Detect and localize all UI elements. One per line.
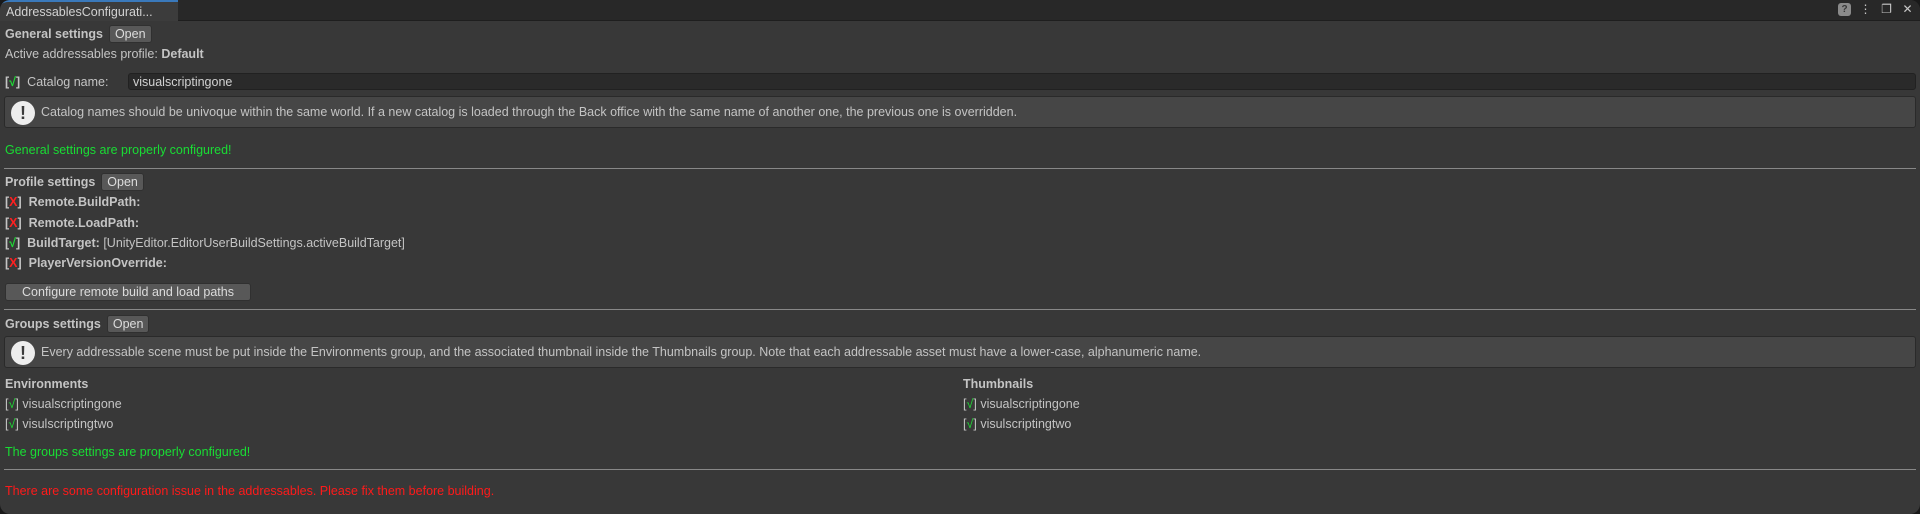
thumbnails-title: Thumbnails — [963, 377, 1034, 391]
profile-item: [√] BuildTarget: [UnityEditor.EditorUser… — [5, 236, 405, 250]
environments-title: Environments — [5, 377, 89, 391]
general-open-button[interactable]: Open — [108, 25, 152, 43]
catalog-label: Catalog name: — [27, 75, 109, 89]
groups-status: The groups settings are properly configu… — [5, 445, 251, 459]
divider — [4, 469, 1916, 470]
info-text: Catalog names should be univoque within … — [41, 105, 1018, 119]
groups-settings-header: Groups settings Open — [5, 315, 150, 333]
catalog-info-box: ! Catalog names should be univoque within… — [4, 96, 1916, 128]
cross-icon: X — [9, 216, 18, 230]
groups-open-button[interactable]: Open — [106, 315, 150, 333]
general-status: General settings are properly configured… — [5, 143, 232, 157]
title-bar: AddressablesConfigurati... ? ⋮ ❐ ✕ — [0, 0, 1920, 21]
profile-item: [X] PlayerVersionOverride: — [5, 256, 167, 270]
check-icon: √ — [9, 75, 17, 89]
environment-item: [√] visualscriptingone — [5, 397, 122, 411]
environment-item: [√] visulscriptingtwo — [5, 417, 114, 431]
maximize-icon[interactable]: ❐ — [1880, 3, 1893, 16]
check-icon: √ — [8, 417, 16, 431]
profile-settings-header: Profile settings Open — [5, 173, 144, 191]
profile-open-button[interactable]: Open — [101, 173, 144, 191]
profile-label: Active addressables profile: — [5, 47, 158, 61]
configuration-error: There are some configuration issue in th… — [5, 484, 495, 498]
check-icon: √ — [966, 397, 974, 411]
profile-item: [X] Remote.LoadPath: — [5, 216, 140, 230]
info-text: Every addressable scene must be put insi… — [41, 345, 1202, 359]
warning-icon: ! — [11, 341, 35, 365]
section-title: General settings — [5, 27, 103, 41]
more-icon[interactable]: ⋮ — [1859, 3, 1872, 16]
active-profile: Active addressables profile: Default — [5, 47, 204, 61]
groups-info-box: ! Every addressable scene must be put ins… — [4, 336, 1916, 368]
thumbnail-item: [√] visualscriptingone — [963, 397, 1080, 411]
cross-icon: X — [9, 256, 18, 270]
check-icon: √ — [9, 236, 17, 250]
configure-paths-button[interactable]: Configure remote build and load paths — [5, 283, 251, 301]
window-tab[interactable]: AddressablesConfigurati... — [0, 0, 178, 21]
close-icon[interactable]: ✕ — [1901, 3, 1914, 16]
cross-icon: X — [9, 195, 18, 209]
warning-icon: ! — [11, 101, 35, 125]
catalog-name-input[interactable]: visualscriptingone — [128, 73, 1916, 90]
divider — [4, 309, 1916, 310]
divider — [4, 168, 1916, 169]
check-icon: √ — [8, 397, 16, 411]
section-title: Groups settings — [5, 317, 101, 331]
general-settings-header: General settings Open — [5, 25, 152, 43]
check-icon: √ — [966, 417, 974, 431]
thumbnail-item: [√] visulscriptingtwo — [963, 417, 1072, 431]
profile-item: [X] Remote.BuildPath: — [5, 195, 141, 209]
addressables-configuration-window: AddressablesConfigurati... ? ⋮ ❐ ✕ Gener… — [0, 0, 1920, 514]
catalog-row: [√] Catalog name: — [5, 75, 109, 89]
section-title: Profile settings — [5, 175, 96, 189]
help-icon[interactable]: ? — [1838, 3, 1851, 16]
profile-value: Default — [161, 47, 204, 61]
